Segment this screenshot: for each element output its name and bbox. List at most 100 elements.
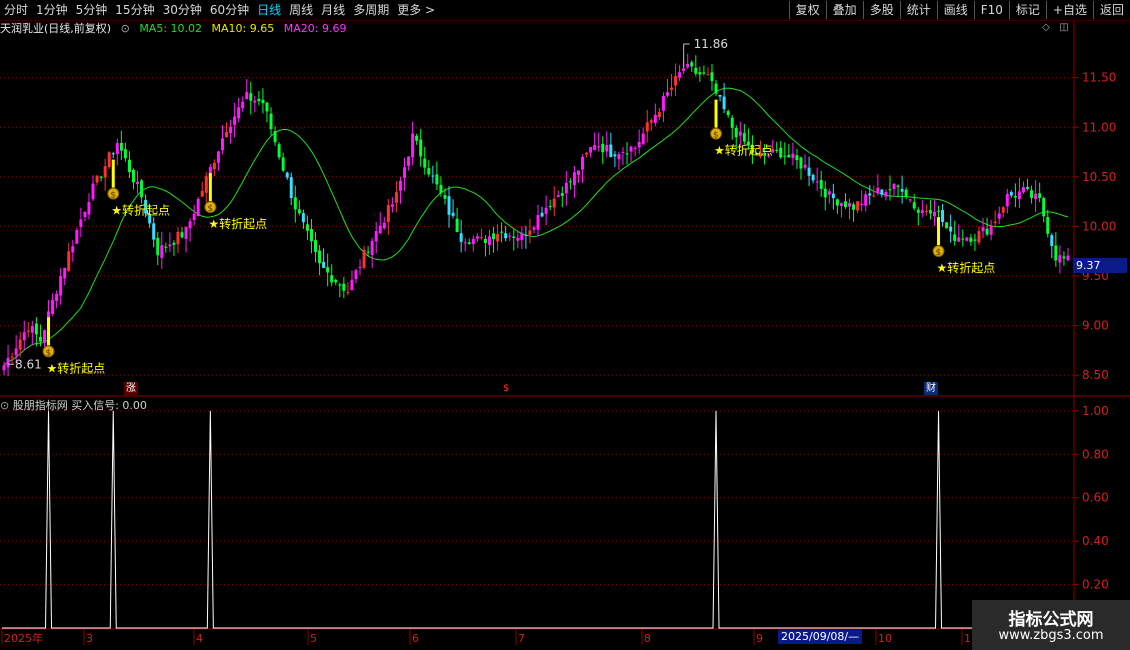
marker-cai[interactable]: 财 — [924, 382, 938, 395]
candle-body — [993, 221, 997, 224]
main-ytick-label: 10.50 — [1082, 170, 1116, 184]
candle-body — [524, 234, 528, 236]
candle-body — [949, 226, 953, 232]
collapse-icon[interactable]: ⊙ — [0, 399, 9, 412]
candle-body — [665, 92, 669, 96]
candle-body — [127, 159, 131, 173]
candle-body — [973, 239, 977, 241]
candle-body — [722, 96, 726, 110]
candle-body — [390, 204, 394, 207]
candle-body — [581, 156, 585, 170]
candle-body — [111, 153, 115, 155]
candle-body — [876, 187, 880, 194]
candle-body — [843, 201, 847, 208]
candle-body — [856, 201, 860, 211]
main-ytick-label: 11.50 — [1082, 71, 1116, 85]
candle-body — [601, 143, 605, 153]
candle-body — [1050, 235, 1054, 246]
turning-point-label: ★转折起点 — [208, 216, 267, 231]
candle-body — [358, 266, 362, 268]
signal-bar — [111, 159, 115, 188]
candle-body — [309, 229, 313, 242]
candle-body — [969, 237, 973, 242]
money-bag-symbol: $ — [207, 204, 213, 214]
candle-body — [900, 189, 904, 192]
candle-body — [225, 132, 229, 138]
candle-body — [374, 231, 378, 242]
candle-body — [593, 144, 597, 150]
candle-body — [326, 267, 330, 273]
candle-body — [301, 213, 305, 223]
candle-body — [99, 176, 103, 178]
candle-body — [552, 198, 556, 208]
candle-body — [576, 170, 580, 175]
candle-body — [860, 203, 864, 205]
candle-body — [661, 96, 665, 111]
candle-body — [423, 158, 427, 168]
candle-body — [512, 236, 516, 238]
candle-body — [475, 236, 479, 239]
candle-body — [1030, 190, 1034, 199]
candle-body — [229, 126, 233, 134]
candle-body — [123, 149, 127, 159]
xtick-label: 7 — [518, 632, 525, 645]
candle-body — [160, 245, 164, 258]
main-ytick-label: 10.00 — [1082, 219, 1116, 233]
chart-canvas[interactable]: 11.5011.0010.5010.009.509.008.501.000.80… — [0, 0, 1130, 650]
candle-body — [795, 155, 799, 161]
candle-body — [1038, 193, 1042, 199]
candle-body — [609, 144, 613, 158]
marker-zhang[interactable]: 涨 — [124, 382, 138, 395]
candle-body — [119, 142, 123, 151]
candle-body — [706, 74, 710, 76]
candle-body — [277, 144, 281, 158]
candle-body — [403, 167, 407, 178]
candle-body — [1021, 187, 1025, 193]
candle-body — [443, 195, 447, 199]
candle-body — [653, 114, 657, 123]
candle-body — [463, 242, 467, 244]
candle-body — [904, 189, 908, 197]
candle-body — [184, 226, 188, 239]
candle-body — [718, 94, 722, 97]
candle-body — [985, 228, 989, 235]
candle-body — [957, 237, 961, 242]
candle-body — [51, 299, 55, 314]
candle-body — [370, 240, 374, 256]
main-ytick-label: 11.00 — [1082, 120, 1116, 134]
candle-body — [131, 169, 135, 183]
sub-ytick-label: 0.80 — [1082, 447, 1109, 461]
candle-body — [103, 166, 107, 178]
low-label: 8.61 — [15, 357, 42, 371]
candle-body — [884, 191, 888, 197]
candle-body — [848, 203, 852, 207]
candle-body — [407, 156, 411, 166]
candle-body — [504, 233, 508, 239]
candle-body — [556, 195, 560, 198]
candle-body — [1054, 245, 1058, 261]
candle-body — [989, 225, 993, 235]
candle-body — [702, 72, 706, 74]
money-bag-symbol: $ — [936, 248, 942, 258]
candle-body — [305, 224, 309, 231]
xtick-label: 8 — [644, 632, 651, 645]
candle-body — [233, 116, 237, 126]
marker-dollar[interactable]: $ — [501, 382, 511, 395]
candle-body — [536, 215, 540, 230]
candle-body — [419, 139, 423, 157]
candle-body — [34, 323, 38, 335]
candle-body — [487, 236, 491, 245]
candle-body — [362, 249, 366, 268]
candle-body — [827, 191, 831, 195]
candle-body — [589, 147, 593, 153]
candle-body — [977, 231, 981, 243]
xtick-label: 10 — [878, 632, 892, 645]
candle-body — [411, 133, 415, 158]
candle-body — [532, 227, 536, 230]
candle-body — [459, 233, 463, 242]
candle-body — [799, 157, 803, 169]
candle-body — [540, 212, 544, 217]
candle-body — [1017, 191, 1021, 200]
candle-body — [1013, 195, 1017, 198]
candle-body — [483, 238, 487, 244]
